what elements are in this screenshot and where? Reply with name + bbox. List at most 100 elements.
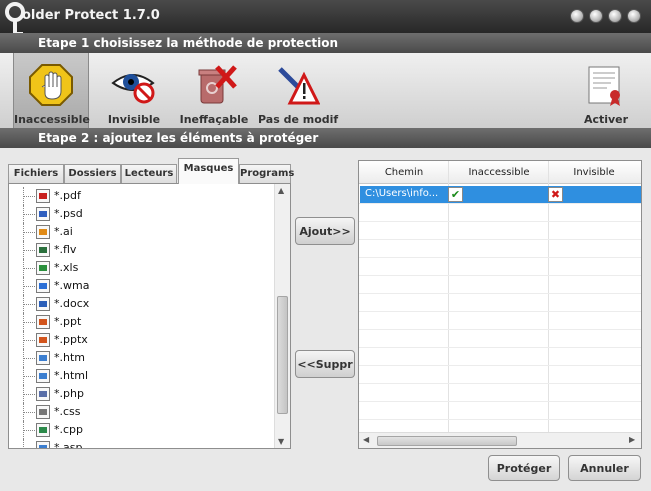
add-button[interactable]: Ajout>>	[295, 217, 355, 245]
tree-branch	[23, 412, 37, 413]
vertical-scrollbar[interactable]: ▲ ▼	[274, 184, 290, 448]
tab-lecteurs[interactable]: Lecteurs	[121, 164, 177, 184]
step1-label: Etape 1 choisissez la méthode de protect…	[38, 36, 339, 50]
close-button[interactable]	[627, 9, 641, 23]
mask-label: *.docx	[54, 297, 90, 310]
file-type-icon	[36, 297, 50, 311]
list-item[interactable]: *.docx	[9, 295, 275, 313]
mask-label: *.pdf	[54, 189, 81, 202]
step1-header: Etape 1 choisissez la méthode de protect…	[0, 33, 651, 53]
tab-programs[interactable]: Programs	[239, 164, 295, 184]
method-ineffacable-button[interactable]: Ineffaçable	[178, 53, 250, 128]
file-type-icon	[36, 261, 50, 275]
step2-header: Etape 2 : ajoutez les éléments à protége…	[0, 128, 651, 148]
method-inaccessible-button[interactable]: Inaccessible	[13, 53, 90, 128]
tab-masques-label: Masques	[183, 163, 234, 174]
tree-branch	[23, 340, 37, 341]
file-type-icon	[36, 333, 50, 347]
file-type-icon	[36, 369, 50, 383]
list-item[interactable]: *.flv	[9, 241, 275, 259]
list-item[interactable]: *.css	[9, 403, 275, 421]
invisible-checkbox[interactable]: ✖	[548, 187, 563, 202]
tab-fichiers-label: Fichiers	[13, 168, 59, 179]
scroll-down-icon[interactable]: ▼	[278, 437, 284, 446]
tree-branch	[23, 394, 37, 395]
cancel-button[interactable]: Annuler	[568, 455, 641, 481]
tree-branch	[23, 268, 37, 269]
tree-branch	[23, 304, 37, 305]
recycle-bin-delete-icon	[198, 65, 237, 104]
list-item[interactable]: *.cpp	[9, 421, 275, 439]
file-type-icon	[36, 441, 50, 448]
scroll-left-icon[interactable]: ◀	[363, 435, 369, 444]
mask-label: *.php	[54, 387, 84, 400]
minimize-button[interactable]	[608, 9, 622, 23]
file-type-icon	[36, 387, 50, 401]
method-invisible-button[interactable]: Invisible	[101, 53, 167, 128]
folder-protect-window: older Protect 1.7.0 Etape 1 choisissez l…	[0, 0, 651, 491]
stop-hand-icon	[29, 64, 73, 106]
file-type-icon	[36, 243, 50, 257]
mask-label: *.psd	[54, 207, 83, 220]
remove-button[interactable]: <<Suppr	[295, 350, 355, 378]
mask-label: *.cpp	[54, 423, 84, 436]
col-invisible[interactable]: Invisible	[549, 167, 639, 178]
tree-branch	[23, 214, 37, 215]
method-no-modif-button[interactable]: Pas de modif	[258, 53, 338, 128]
protection-method-toolbar: Inaccessible Invisible Ineffaçable Pas d…	[0, 53, 651, 128]
tab-lecteurs-label: Lecteurs	[124, 168, 174, 179]
col-chemin[interactable]: Chemin	[359, 167, 449, 178]
scroll-up-icon[interactable]: ▲	[278, 186, 284, 195]
horizontal-scrollbar[interactable]: ◀ ▶	[359, 432, 641, 448]
list-item[interactable]: *.ppt	[9, 313, 275, 331]
certificate-icon	[588, 66, 620, 106]
list-item[interactable]: *.asp	[9, 439, 275, 449]
mask-label: *.asp	[54, 441, 83, 449]
help-button[interactable]	[570, 9, 584, 23]
list-item[interactable]: *.html	[9, 367, 275, 385]
tree-branch	[23, 448, 37, 449]
window-title: older Protect 1.7.0	[22, 8, 160, 23]
list-item[interactable]: *.wma	[9, 277, 275, 295]
horizontal-scroll-thumb[interactable]	[377, 436, 517, 446]
list-item[interactable]: *.psd	[9, 205, 275, 223]
eye-forbidden-icon	[111, 74, 155, 104]
tab-fichiers[interactable]: Fichiers	[8, 164, 64, 184]
tab-masques[interactable]: Masques	[178, 158, 239, 184]
file-type-icon	[36, 225, 50, 239]
tree-branch	[23, 322, 37, 323]
tree-branch	[23, 376, 37, 377]
tab-dossiers[interactable]: Dossiers	[64, 164, 121, 184]
grid-header: Chemin Inaccessible Invisible	[359, 161, 641, 184]
file-type-icon	[36, 189, 50, 203]
tree-branch	[23, 286, 37, 287]
file-type-icon	[36, 351, 50, 365]
inaccessible-checkbox[interactable]: ✔	[448, 187, 463, 202]
list-item[interactable]: *.php	[9, 385, 275, 403]
settings-button[interactable]	[589, 9, 603, 23]
scroll-right-icon[interactable]: ▶	[629, 435, 635, 444]
list-item[interactable]: *.ai	[9, 223, 275, 241]
list-item[interactable]: *.pptx	[9, 331, 275, 349]
tree-branch	[23, 430, 37, 431]
scroll-thumb[interactable]	[277, 296, 288, 414]
activate-label: Activer	[583, 113, 629, 126]
mask-list-panel: *.pdf *.psd *.ai *.flv *.xls *.wma *.docx *.ppt…	[8, 183, 291, 449]
mask-label: *.htm	[54, 351, 85, 364]
mask-label: *.wma	[54, 279, 90, 292]
mask-label: *.html	[54, 369, 89, 382]
activate-button[interactable]: Activer	[578, 53, 634, 128]
tab-programs-label: Programs	[240, 168, 295, 179]
list-item[interactable]: *.htm	[9, 349, 275, 367]
table-row[interactable]: C:\Users\info... ✔ ✖	[360, 186, 641, 203]
col-inaccessible[interactable]: Inaccessible	[449, 167, 549, 178]
tree-branch	[23, 250, 37, 251]
row-path: C:\Users\info...	[365, 188, 439, 199]
tab-dossiers-label: Dossiers	[68, 168, 117, 179]
list-item[interactable]: *.pdf	[9, 187, 275, 205]
file-type-icon	[36, 405, 50, 419]
tree-branch	[23, 196, 37, 197]
protect-button[interactable]: Protéger	[488, 455, 560, 481]
tree-branch	[23, 358, 37, 359]
list-item[interactable]: *.xls	[9, 259, 275, 277]
